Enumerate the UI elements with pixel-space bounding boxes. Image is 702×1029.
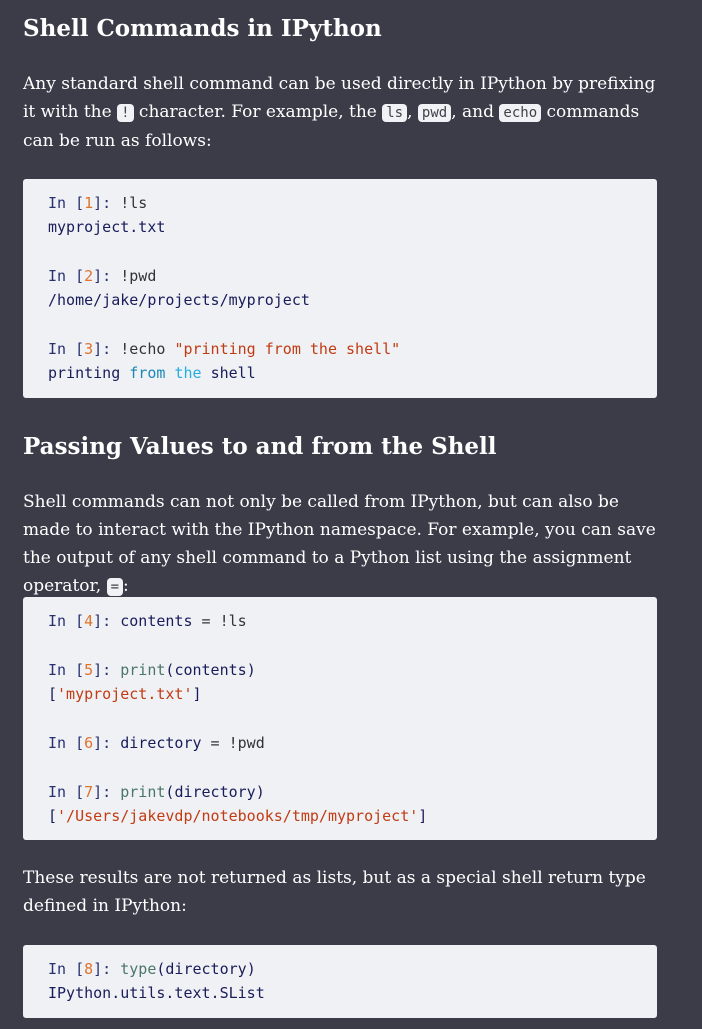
inline-code-pwd: pwd — [417, 104, 452, 122]
code-output-line: ['myproject.txt'] — [48, 685, 202, 703]
section-heading-passing-values: Passing Values to and from the Shell — [23, 433, 497, 460]
code-block-passing-values: In [4]: contents = !ls In [5]: print(con… — [23, 597, 657, 840]
inline-code-echo: echo — [499, 104, 542, 122]
code-output-line: ['/Users/jakevdp/notebooks/tmp/myproject… — [48, 807, 428, 825]
code-output-line: /home/jake/projects/myproject — [48, 291, 310, 309]
slist-paragraph: These results are not returned as lists,… — [23, 868, 646, 916]
code-output-line: printing from the shell — [48, 364, 256, 382]
code-line: In [5]: print(contents) — [48, 661, 256, 679]
code-line: In [1]: !ls — [48, 194, 148, 212]
inline-code-ls: ls — [382, 104, 408, 122]
code-line: In [6]: directory = !pwd — [48, 734, 265, 752]
code-line: In [3]: !echo "printing from the shell" — [48, 340, 401, 358]
code-line: In [7]: print(directory) — [48, 783, 265, 801]
page: Shell Commands in IPython Any standard s… — [0, 0, 702, 1029]
code-line: In [8]: type(directory) — [48, 960, 256, 978]
code-block-shell-commands: In [1]: !ls myproject.txt In [2]: !pwd /… — [23, 179, 657, 398]
intro-paragraph: Any standard shell command can be used d… — [23, 74, 656, 151]
code-line: In [4]: contents = !ls — [48, 612, 247, 630]
code-line: In [2]: !pwd — [48, 267, 157, 285]
code-output-line: IPython.utils.text.SList — [48, 984, 265, 1002]
code-output-line: myproject.txt — [48, 218, 166, 236]
inline-code-bang: ! — [117, 104, 134, 122]
section-heading-shell-commands: Shell Commands in IPython — [23, 15, 382, 42]
passing-values-paragraph: Shell commands can not only be called fr… — [23, 492, 656, 596]
inline-code-assign: = — [106, 578, 124, 596]
code-block-type-check: In [8]: type(directory) IPython.utils.te… — [23, 945, 657, 1018]
